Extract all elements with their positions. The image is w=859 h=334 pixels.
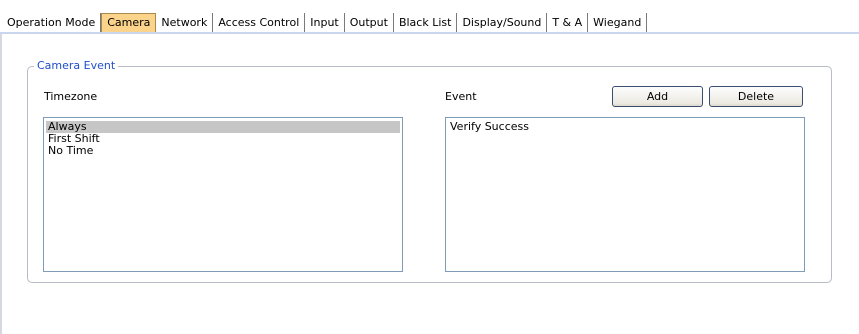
camera-event-group-title: Camera Event [34,59,119,72]
timezone-item-no-time[interactable]: No Time [46,145,400,157]
delete-button[interactable]: Delete [709,86,803,107]
tab-output[interactable]: Output [344,13,394,33]
tab-display-sound[interactable]: Display/Sound [457,13,548,33]
tab-bar: Operation Mode Camera Network Access Con… [0,0,859,34]
tab-list: Operation Mode Camera Network Access Con… [2,13,648,33]
tab-input[interactable]: Input [305,13,345,33]
event-listbox[interactable]: Verify Success [445,117,805,272]
tab-black-list[interactable]: Black List [393,13,458,33]
tab-network[interactable]: Network [156,13,214,33]
add-button[interactable]: Add [612,86,703,107]
event-item-verify-success[interactable]: Verify Success [448,121,802,133]
timezone-item-first-shift[interactable]: First Shift [46,133,400,145]
tab-wiegand[interactable]: Wiegand [588,13,648,33]
tab-camera[interactable]: Camera [101,13,157,33]
event-label: Event [445,90,477,103]
tab-access-control[interactable]: Access Control [213,13,306,33]
tab-t-and-a[interactable]: T & A [547,13,589,33]
timezone-label: Timezone [44,90,98,103]
camera-settings-window: Operation Mode Camera Network Access Con… [0,0,859,334]
timezone-listbox[interactable]: Always First Shift No Time [43,117,403,272]
tab-operation-mode[interactable]: Operation Mode [2,13,102,33]
